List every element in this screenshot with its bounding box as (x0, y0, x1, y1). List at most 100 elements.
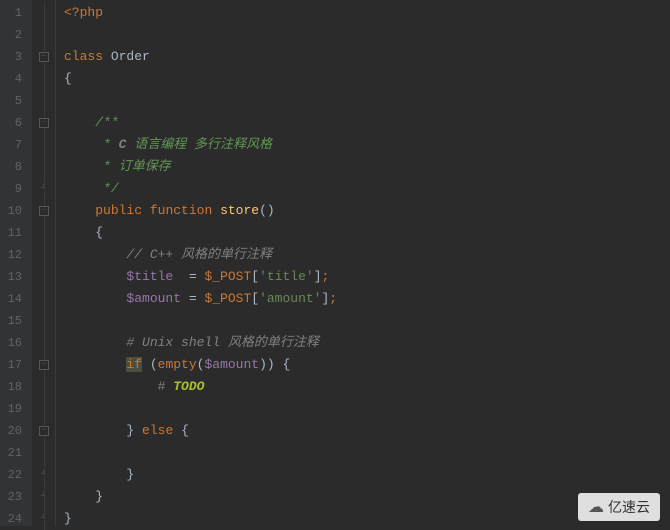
line-number: 14 (0, 288, 22, 310)
fold-cell[interactable] (32, 90, 55, 112)
fold-gutter[interactable]: − − ┘ − − − ┘ ┘ ┘ (32, 0, 56, 526)
code-line[interactable] (56, 24, 670, 46)
code-token: C++ (150, 247, 173, 262)
code-token: { (95, 225, 103, 240)
fold-cell[interactable]: − (32, 420, 55, 442)
fold-open-icon[interactable]: − (39, 52, 49, 62)
code-line[interactable]: if (empty($amount)) { (56, 354, 670, 376)
line-number: 18 (0, 376, 22, 398)
code-line[interactable]: { (56, 222, 670, 244)
fold-cell[interactable] (32, 156, 55, 178)
code-token (64, 379, 158, 394)
fold-cell[interactable] (32, 288, 55, 310)
fold-cell[interactable] (32, 2, 55, 24)
code-token: # Unix shell 风格的单行注释 (126, 335, 318, 350)
code-line[interactable]: * 订单保存 (56, 156, 670, 178)
code-token: else (142, 423, 173, 438)
code-token: $_POST (204, 291, 251, 306)
fold-close-icon[interactable]: ┘ (39, 185, 49, 195)
line-number: 3 (0, 46, 22, 68)
fold-cell[interactable]: ┘ (32, 508, 55, 530)
fold-cell[interactable] (32, 310, 55, 332)
fold-open-icon[interactable]: − (39, 360, 49, 370)
code-line[interactable]: # TODO (56, 376, 670, 398)
code-token (142, 203, 150, 218)
code-token: $amount (204, 357, 259, 372)
cloud-icon: ☁ (588, 497, 604, 517)
line-number-gutter[interactable]: 123456789101112131415161718192021222324 (0, 0, 32, 526)
line-number: 15 (0, 310, 22, 332)
code-line[interactable] (56, 398, 670, 420)
fold-cell[interactable]: − (32, 112, 55, 134)
fold-cell[interactable] (32, 68, 55, 90)
line-number: 24 (0, 508, 22, 530)
fold-open-icon[interactable]: − (39, 118, 49, 128)
code-line[interactable]: */ (56, 178, 670, 200)
code-token: 'amount' (259, 291, 321, 306)
code-token: [ (251, 269, 259, 284)
code-token: ; (322, 269, 330, 284)
code-token: { (181, 423, 189, 438)
fold-cell[interactable]: ┘ (32, 464, 55, 486)
watermark-text: 亿速云 (608, 497, 650, 517)
fold-cell[interactable] (32, 398, 55, 420)
code-token: } (64, 511, 72, 526)
fold-cell[interactable] (32, 244, 55, 266)
code-token: 语言编程 多行注释风格 (126, 137, 272, 152)
code-token: * (103, 137, 119, 152)
line-number: 21 (0, 442, 22, 464)
code-line[interactable]: <?php (56, 2, 670, 24)
code-area[interactable]: <?php class Order { /** * C 语言编程 多行注释风格 * … (56, 0, 670, 526)
code-line[interactable]: $title = $_POST['title']; (56, 266, 670, 288)
code-token: ; (329, 291, 337, 306)
code-line[interactable]: # Unix shell 风格的单行注释 (56, 332, 670, 354)
line-number: 20 (0, 420, 22, 442)
line-number: 22 (0, 464, 22, 486)
line-number: 11 (0, 222, 22, 244)
fold-cell[interactable] (32, 332, 55, 354)
fold-cell[interactable] (32, 442, 55, 464)
code-token (173, 423, 181, 438)
fold-cell[interactable] (32, 24, 55, 46)
code-line[interactable]: $amount = $_POST['amount']; (56, 288, 670, 310)
code-line[interactable]: public function store() (56, 200, 670, 222)
fold-cell[interactable]: − (32, 46, 55, 68)
fold-close-icon[interactable]: ┘ (39, 493, 49, 503)
code-line[interactable]: { (56, 68, 670, 90)
fold-close-icon[interactable]: ┘ (39, 515, 49, 525)
code-line[interactable] (56, 442, 670, 464)
code-token: $amount (126, 291, 181, 306)
code-token: { (64, 71, 72, 86)
code-token: store (220, 203, 259, 218)
fold-cell[interactable] (32, 134, 55, 156)
code-line[interactable]: } else { (56, 420, 670, 442)
fold-open-icon[interactable]: − (39, 206, 49, 216)
code-token: [ (251, 291, 259, 306)
code-token (64, 269, 126, 284)
line-number: 12 (0, 244, 22, 266)
code-token: } (95, 489, 103, 504)
code-line[interactable]: } (56, 464, 670, 486)
fold-close-icon[interactable]: ┘ (39, 471, 49, 481)
code-token: = (173, 269, 204, 284)
fold-cell[interactable] (32, 222, 55, 244)
code-line[interactable]: /** (56, 112, 670, 134)
code-token: Order (111, 49, 150, 64)
code-line[interactable] (56, 90, 670, 112)
fold-cell[interactable]: − (32, 200, 55, 222)
code-line[interactable]: class Order (56, 46, 670, 68)
fold-cell[interactable] (32, 376, 55, 398)
code-line[interactable]: * C 语言编程 多行注释风格 (56, 134, 670, 156)
fold-cell[interactable]: ┘ (32, 486, 55, 508)
code-line[interactable] (56, 310, 670, 332)
fold-cell[interactable] (32, 266, 55, 288)
code-token (134, 423, 142, 438)
fold-open-icon[interactable]: − (39, 426, 49, 436)
code-token (103, 49, 111, 64)
code-token (64, 467, 126, 482)
fold-cell[interactable]: ┘ (32, 178, 55, 200)
code-token: <?php (64, 5, 103, 20)
line-number: 10 (0, 200, 22, 222)
code-line[interactable]: // C++ 风格的单行注释 (56, 244, 670, 266)
fold-cell[interactable]: − (32, 354, 55, 376)
